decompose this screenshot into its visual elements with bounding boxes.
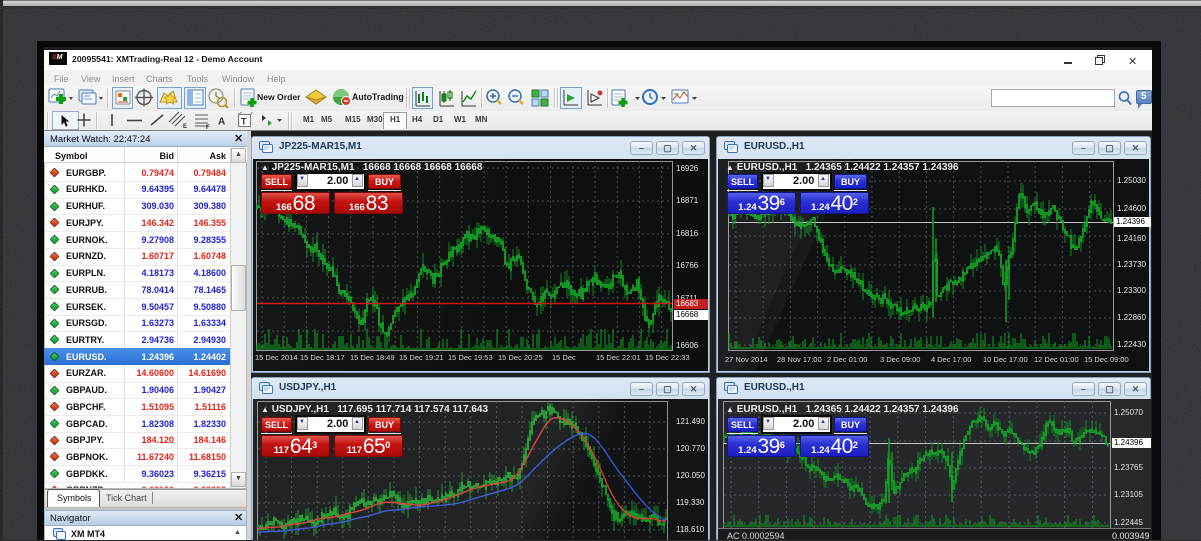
svg-text:E: E bbox=[183, 124, 187, 130]
svg-text:A: A bbox=[218, 117, 225, 128]
svg-text:F: F bbox=[206, 125, 210, 130]
svg-text:T: T bbox=[241, 117, 247, 127]
